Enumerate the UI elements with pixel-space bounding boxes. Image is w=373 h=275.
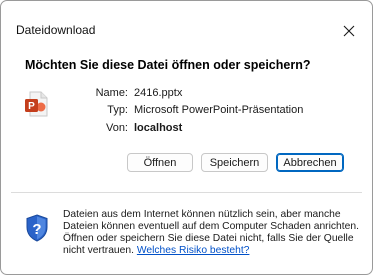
window-title: Dateidownload (16, 23, 96, 37)
section-divider (11, 192, 362, 193)
close-button[interactable] (326, 1, 372, 37)
risk-info-link[interactable]: Welches Risiko besteht? (137, 245, 250, 256)
file-source-label: Von: (105, 122, 128, 134)
svg-text:?: ? (32, 221, 41, 238)
dialog-question: Möchten Sie diese Datei öffnen oder spei… (25, 58, 311, 72)
file-name-value: 2416.pptx (134, 87, 183, 99)
powerpoint-file-icon: P (25, 91, 48, 117)
file-type-label: Typ: (107, 104, 128, 116)
security-warning: Dateien aus dem Internet können nützlich… (63, 209, 363, 257)
svg-text:P: P (28, 101, 35, 112)
save-button[interactable]: Speichern (201, 153, 268, 172)
file-source-value: localhost (134, 122, 183, 134)
open-button[interactable]: Öffnen (127, 153, 193, 172)
file-name-label: Name: (95, 87, 128, 99)
file-download-dialog: Dateidownload Möchten Sie diese Datei öf… (0, 0, 373, 275)
close-icon (343, 25, 355, 37)
title-bar: Dateidownload (1, 1, 372, 37)
security-shield-icon: ? (26, 214, 48, 242)
file-type-value: Microsoft PowerPoint-Präsentation (134, 104, 304, 116)
cancel-button[interactable]: Abbrechen (276, 153, 344, 172)
